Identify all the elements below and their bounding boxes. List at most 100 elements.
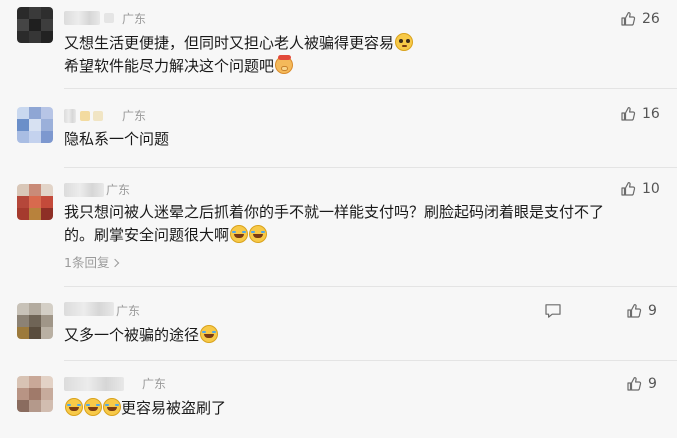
avatar-mosaic-cell (29, 119, 41, 131)
laughing-crying-emoji-icon (65, 398, 83, 416)
comment-text: 又想生活更便捷，但同时又担心老人被骗得更容易 希望软件能尽力解决这个问题吧 (64, 32, 414, 78)
avatar-mosaic-cell (17, 184, 29, 196)
view-replies-link[interactable]: 1条回复 (64, 255, 120, 271)
avatar-mosaic-cell (41, 400, 53, 412)
comment-text: 我只想问被人迷晕之后抓着你的手不就一样能支付吗？刷脸起码闭着眼是支付不了 的。刷… (64, 201, 604, 247)
username-redacted[interactable] (64, 109, 76, 123)
avatar-mosaic-cell (17, 376, 29, 388)
like-count: 26 (642, 11, 660, 27)
avatar-mosaic-cell (17, 131, 29, 143)
avatar-mosaic-cell (29, 131, 41, 143)
avatar-mosaic-cell (41, 196, 53, 208)
pleading-face-emoji-icon (395, 33, 414, 51)
thumbs-up-icon (627, 304, 642, 318)
avatar-mosaic-cell (29, 303, 41, 315)
like-count: 10 (642, 181, 660, 197)
like-count: 9 (648, 376, 657, 392)
comment-text-line: 的。刷掌安全问题很大啊 (64, 226, 230, 244)
comment-text: 更容易被盗刷了 (64, 397, 226, 420)
replies-count-label: 1条回复 (64, 255, 110, 270)
region-label: 广东 (122, 109, 147, 123)
avatar-mosaic-cell (17, 19, 29, 31)
divider (64, 167, 677, 168)
comment-text: 隐私系一个问题 (64, 128, 169, 151)
username-redacted[interactable] (64, 377, 124, 391)
avatar-mosaic-cell (17, 303, 29, 315)
avatar-mosaic-cell (41, 388, 53, 400)
avatar-mosaic-cell (17, 7, 29, 19)
avatar-mosaic-cell (41, 303, 53, 315)
username-redacted[interactable] (64, 11, 100, 25)
reply-button[interactable] (544, 303, 562, 323)
avatar-mosaic-cell (29, 7, 41, 19)
like-button[interactable]: 9 (626, 302, 657, 320)
avatar-mosaic-cell (41, 315, 53, 327)
avatar-mosaic-cell (41, 327, 53, 339)
laughing-crying-emoji-icon (84, 398, 102, 416)
praying-face-emoji-icon (275, 55, 294, 74)
thumbs-up-icon (621, 182, 636, 196)
avatar-mosaic-cell (41, 7, 53, 19)
laughing-crying-emoji-icon (230, 225, 249, 243)
thumbs-up-icon (627, 377, 642, 391)
like-button[interactable]: 10 (620, 180, 660, 198)
laughing-crying-emoji-icon (200, 325, 219, 343)
avatar-mosaic-cell (17, 400, 29, 412)
like-button[interactable]: 9 (626, 375, 657, 393)
divider (64, 286, 677, 287)
comment-text: 又多一个被骗的途径 (64, 324, 219, 347)
divider (64, 360, 677, 361)
divider (64, 88, 677, 89)
avatar-mosaic-cell (17, 388, 29, 400)
avatar-mosaic-cell (17, 107, 29, 119)
comment-text-line: 隐私系一个问题 (64, 130, 170, 148)
avatar-mosaic-cell (41, 208, 53, 220)
avatar-mosaic-cell (41, 107, 53, 119)
avatar[interactable] (17, 107, 53, 143)
like-count: 9 (648, 303, 657, 319)
laughing-crying-emoji-icon (249, 225, 268, 243)
comment-bubble-icon (545, 304, 561, 318)
avatar-mosaic-cell (17, 315, 29, 327)
like-button[interactable]: 16 (620, 105, 660, 123)
avatar-mosaic-cell (29, 400, 41, 412)
avatar[interactable] (17, 7, 53, 43)
comment-text-line: 我只想问被人迷晕之后抓着你的手不就一样能支付吗？刷脸起码闭着眼是支付不了 (64, 203, 605, 221)
comment-text-line: 又多一个被骗的途径 (64, 326, 200, 344)
avatar-mosaic-cell (41, 376, 53, 388)
avatar-mosaic-cell (29, 19, 41, 31)
avatar-mosaic-cell (17, 208, 29, 220)
laughing-crying-emoji-icon (103, 398, 121, 416)
avatar-mosaic-cell (41, 31, 53, 43)
username-redacted-extra (104, 11, 114, 25)
avatar-mosaic-cell (41, 119, 53, 131)
avatar-mosaic-cell (17, 31, 29, 43)
region-label: 广东 (106, 183, 131, 197)
like-button[interactable]: 26 (620, 10, 660, 28)
avatar-mosaic-cell (41, 184, 53, 196)
username-redacted[interactable] (64, 183, 104, 197)
avatar-mosaic-cell (29, 107, 41, 119)
avatar-mosaic-cell (29, 208, 41, 220)
avatar-mosaic-cell (29, 31, 41, 43)
chevron-right-icon (111, 258, 120, 268)
region-label: 广东 (122, 12, 147, 26)
avatar-mosaic-cell (29, 376, 41, 388)
comment-text-line: 更容易被盗刷了 (121, 399, 227, 417)
region-label: 广东 (142, 377, 167, 391)
username-redacted-extra (80, 109, 103, 123)
comment-text-line: 希望软件能尽力解决这个问题吧 (64, 57, 275, 75)
avatar-mosaic-cell (17, 196, 29, 208)
thumbs-up-icon (621, 12, 636, 26)
region-label: 广东 (116, 304, 141, 318)
username-redacted[interactable] (64, 302, 114, 316)
avatar[interactable] (17, 303, 53, 339)
avatar[interactable] (17, 184, 53, 220)
avatar[interactable] (17, 376, 53, 412)
avatar-mosaic-cell (41, 19, 53, 31)
avatar-mosaic-cell (41, 131, 53, 143)
avatar-mosaic-cell (29, 388, 41, 400)
comment-text-line: 又想生活更便捷，但同时又担心老人被骗得更容易 (64, 34, 395, 52)
thumbs-up-icon (621, 107, 636, 121)
avatar-mosaic-cell (17, 119, 29, 131)
